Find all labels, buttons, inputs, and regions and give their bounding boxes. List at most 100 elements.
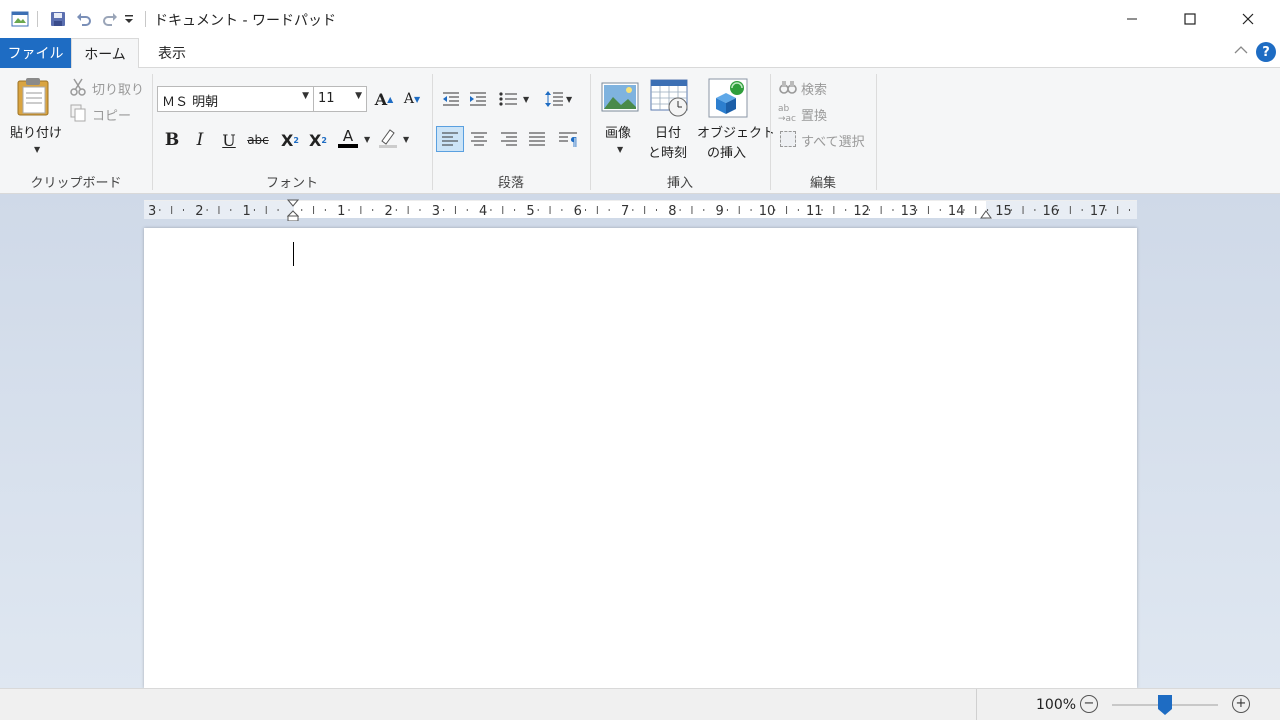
font-size-value: 11: [318, 91, 335, 106]
minimize-icon: [1127, 18, 1137, 20]
insert-object-line2[interactable]: の挿入: [707, 142, 746, 161]
ruler-number: 2: [384, 204, 392, 219]
group-divider: [876, 74, 877, 190]
app-icon[interactable]: [10, 9, 30, 29]
strikethrough-icon[interactable]: abc: [246, 128, 270, 152]
status-bar: 100% − +: [0, 688, 1280, 720]
date-time-line1[interactable]: 日付: [655, 122, 681, 141]
ruler-number: 11: [806, 204, 823, 219]
ruler-number: 3: [148, 204, 156, 219]
title-divider: [145, 11, 146, 27]
redo-icon[interactable]: [100, 9, 120, 29]
insert-object-icon[interactable]: [708, 78, 748, 118]
zoom-out-icon[interactable]: −: [1080, 695, 1098, 713]
superscript-icon[interactable]: X2: [306, 128, 330, 152]
collapse-ribbon-icon[interactable]: [1234, 44, 1248, 59]
bullet-list-icon[interactable]: [496, 87, 520, 111]
ruler-number: 7: [621, 204, 629, 219]
find-button[interactable]: 検索: [801, 79, 827, 98]
svg-text:¶: ¶: [570, 135, 578, 147]
ruler-number: 5: [526, 204, 534, 219]
ribbon: 貼り付け ▼ 切り取り コピー クリップボード ＭＳ 明朝 ▼ 11 ▼ A ▲ …: [0, 68, 1280, 194]
paste-icon[interactable]: [14, 76, 58, 120]
select-all-icon[interactable]: [780, 131, 796, 147]
cut-icon[interactable]: [70, 78, 88, 96]
picture-dropdown-icon[interactable]: ▼: [617, 145, 623, 154]
chevron-down-icon: ▼: [302, 91, 309, 101]
ruler[interactable]: 3 2 1 1 2 3 4 5 6 7 8 9 10 11 12 13 14 15 16 17: [144, 199, 1137, 222]
maximize-button[interactable]: [1161, 0, 1219, 38]
paragraph-icon[interactable]: ¶: [556, 127, 580, 151]
insert-group-label: 挿入: [666, 176, 693, 191]
decrease-indent-icon[interactable]: [439, 87, 463, 111]
paste-button[interactable]: 貼り付け: [10, 122, 62, 141]
underline-icon[interactable]: U: [217, 128, 241, 152]
align-left-icon[interactable]: [436, 126, 464, 152]
replace-button[interactable]: 置換: [801, 105, 827, 124]
date-time-icon[interactable]: [650, 78, 690, 118]
paste-dropdown-icon[interactable]: ▼: [34, 145, 40, 154]
align-center-icon[interactable]: [467, 127, 491, 151]
zoom-slider-thumb[interactable]: [1158, 695, 1172, 715]
insert-picture-button[interactable]: 画像: [605, 122, 631, 141]
ribbon-tab-row: ファイル ホーム 表示 ?: [0, 38, 1280, 69]
grow-font-icon[interactable]: A ▲: [372, 87, 396, 111]
font-color-dropdown-icon[interactable]: ▼: [364, 135, 370, 144]
ruler-number: 9: [716, 204, 724, 219]
ruler-number: 1: [243, 204, 251, 219]
font-color-icon[interactable]: A: [336, 126, 360, 150]
title-bar: ドキュメント - ワードパッド: [0, 0, 1280, 38]
line-spacing-icon[interactable]: [542, 87, 566, 111]
help-icon[interactable]: ?: [1256, 42, 1276, 62]
window-title: ドキュメント - ワードパッド: [154, 13, 336, 29]
copy-button[interactable]: コピー: [92, 105, 131, 124]
date-time-line2[interactable]: と時刻: [648, 142, 687, 161]
tab-file[interactable]: ファイル: [0, 38, 71, 68]
status-divider: [976, 689, 977, 720]
chevron-down-icon: ▼: [355, 91, 362, 101]
italic-icon[interactable]: I: [188, 128, 212, 152]
ruler-number: 2: [195, 204, 203, 219]
line-spacing-dropdown-icon[interactable]: ▼: [566, 95, 572, 104]
justify-icon[interactable]: [525, 127, 549, 151]
highlight-dropdown-icon[interactable]: ▼: [403, 135, 409, 144]
ruler-number: 15: [995, 204, 1012, 219]
right-indent-marker[interactable]: [980, 209, 992, 224]
paragraph-group-label: 段落: [497, 176, 524, 191]
first-line-indent-marker[interactable]: [286, 199, 300, 225]
picture-icon[interactable]: [601, 81, 639, 113]
select-all-button[interactable]: すべて選択: [801, 131, 865, 150]
undo-icon[interactable]: [74, 9, 94, 29]
document-page[interactable]: [144, 228, 1137, 688]
ruler-number: 14: [948, 204, 965, 219]
zoom-in-icon[interactable]: +: [1232, 695, 1250, 713]
insert-object-line1[interactable]: オブジェクト: [697, 122, 775, 141]
close-icon: [1242, 13, 1254, 25]
copy-icon[interactable]: [70, 104, 88, 122]
font-size-select[interactable]: 11 ▼: [313, 86, 367, 112]
cut-button[interactable]: 切り取り: [92, 79, 144, 98]
subscript-icon[interactable]: X2: [278, 128, 302, 152]
binoculars-icon[interactable]: [779, 79, 797, 97]
tab-home[interactable]: ホーム: [71, 38, 139, 69]
ruler-number: 10: [759, 204, 776, 219]
replace-icon[interactable]: ab →ac: [778, 104, 798, 126]
minimize-button[interactable]: [1103, 0, 1161, 38]
clipboard-group-label: クリップボード: [30, 176, 122, 191]
shrink-font-icon[interactable]: A ▼: [400, 87, 424, 111]
tab-view[interactable]: 表示: [139, 38, 205, 68]
bold-icon[interactable]: B: [160, 128, 184, 152]
save-icon[interactable]: [48, 9, 68, 29]
ruler-number: 1: [337, 204, 345, 219]
font-family-value: ＭＳ 明朝: [162, 95, 219, 110]
ruler-number: 3: [432, 204, 440, 219]
bullet-list-dropdown-icon[interactable]: ▼: [523, 95, 529, 104]
font-family-select[interactable]: ＭＳ 明朝 ▼: [157, 86, 314, 112]
highlight-icon[interactable]: [376, 126, 400, 150]
ruler-number: 16: [1043, 204, 1060, 219]
customize-dropdown-icon[interactable]: [122, 9, 136, 29]
align-right-icon[interactable]: [497, 127, 521, 151]
qat-divider: [37, 11, 38, 27]
increase-indent-icon[interactable]: [466, 87, 490, 111]
close-button[interactable]: [1219, 0, 1277, 38]
